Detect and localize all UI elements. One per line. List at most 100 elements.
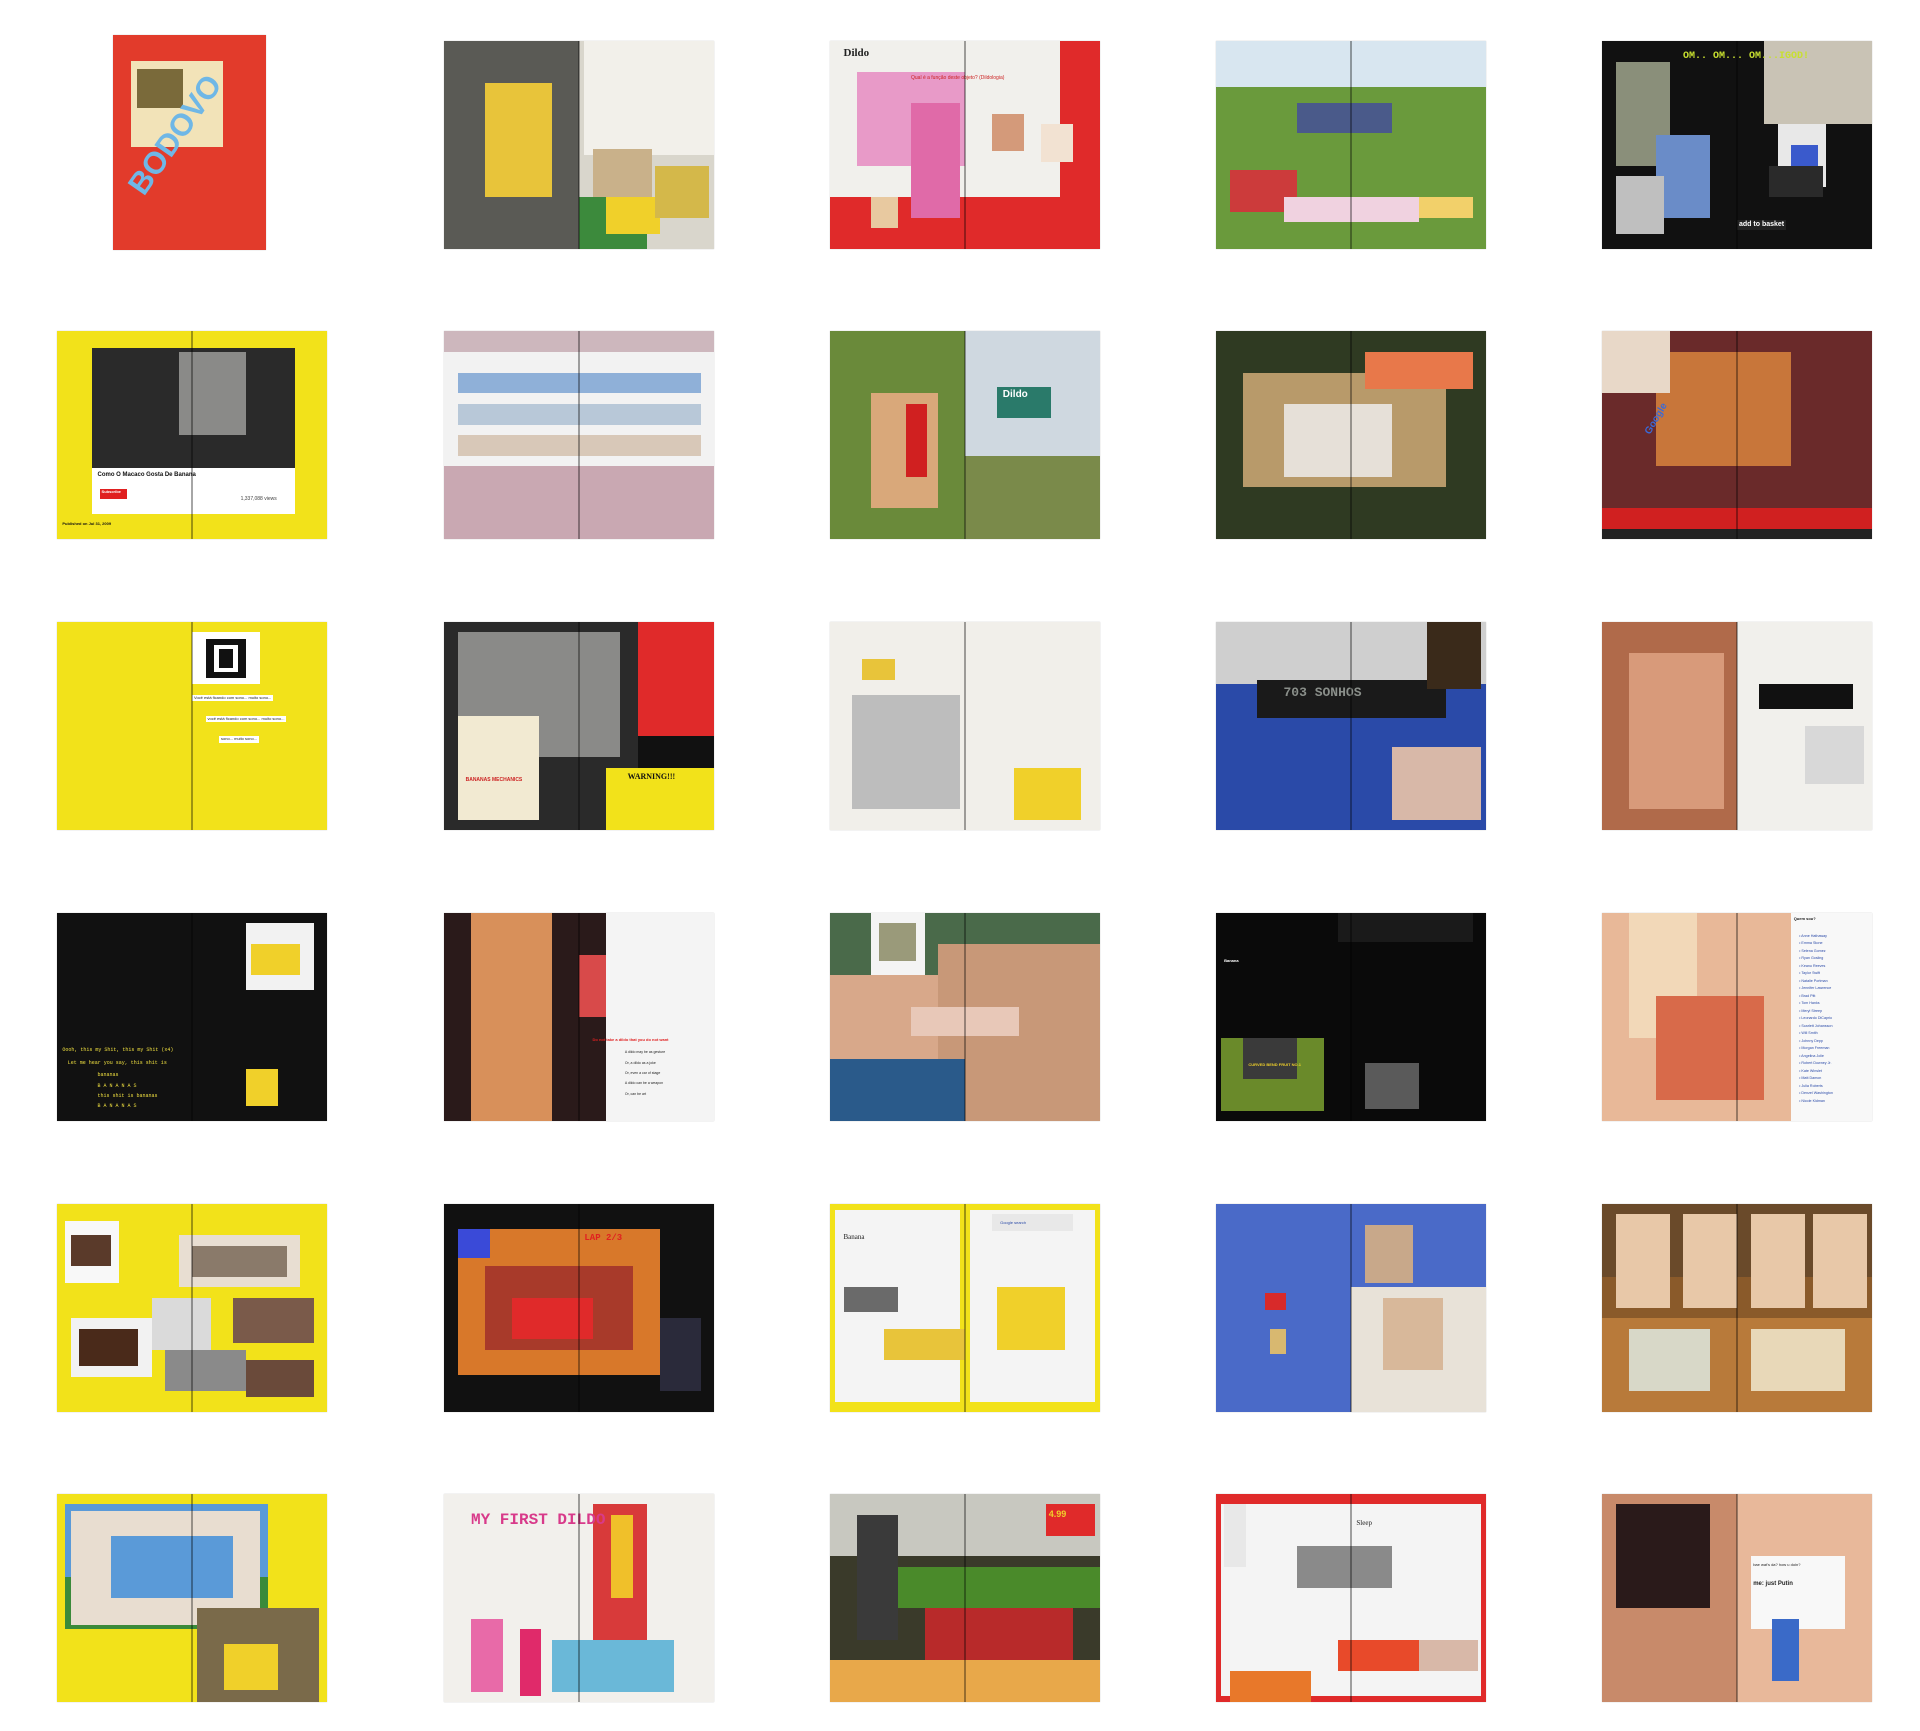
spread-fold (578, 622, 580, 830)
collage-image (870, 197, 898, 229)
spread-fold (1736, 622, 1738, 830)
spread-cover[interactable]: BODOVO (113, 35, 266, 250)
collage-image (1750, 1328, 1845, 1392)
collage-image (457, 715, 539, 820)
collage-image (878, 923, 917, 961)
list-item: • Leonardo DiCaprio (1799, 1016, 1833, 1021)
spread-hypnosis[interactable]: Você está ficando com sono... muito sono… (57, 622, 327, 830)
spread-text: me: just Putin (1753, 1581, 1793, 1588)
spread-banana-table[interactable] (444, 41, 714, 249)
spread-text: B A N A N A S (97, 1082, 137, 1089)
collage-image (484, 82, 552, 197)
list-item: • Ryan Gosling (1799, 956, 1824, 961)
spread-dildo-costume[interactable]: Do not take a dildo that you do not want… (444, 913, 714, 1121)
collage-image (1683, 1214, 1737, 1308)
spread-dwarfs[interactable] (1602, 1204, 1872, 1412)
collage-image (1297, 103, 1392, 133)
spread-text: Como O Macaco Gosta De Banana (97, 472, 196, 479)
collage-image (843, 1287, 898, 1313)
collage-image (178, 351, 246, 435)
collage-image (471, 913, 552, 1121)
spread-text: Dildo (843, 47, 870, 60)
spread-text: Quem sou? (1793, 916, 1816, 922)
spread-fold (191, 622, 193, 830)
list-item: • Meryl Streep (1799, 1008, 1823, 1013)
spread-woman-yellow[interactable] (1602, 622, 1872, 830)
spread-text: você está ficando com sono... muito sono… (205, 715, 287, 723)
collage-image (1391, 746, 1481, 820)
spread-my-first-dildo[interactable]: MY FIRST DILDO (444, 1494, 714, 1702)
spread-bone-fence[interactable] (57, 1494, 327, 1702)
list-item: • Anne Hathaway (1799, 933, 1828, 938)
spread-flowers-google[interactable]: Google (1602, 331, 1872, 539)
spread-fold (191, 1204, 193, 1412)
spread-om-igod[interactable]: OM.. OM... OM...IGOD! add to basket (1602, 41, 1872, 249)
spread-grass-field[interactable] (1216, 41, 1486, 249)
spread-wires[interactable] (1216, 1204, 1486, 1412)
spread-road-sign[interactable]: Dildo (830, 331, 1100, 539)
spread-text: Or, a dildo as a joke (624, 1060, 656, 1065)
spread-sleep-wiki[interactable]: Sleep (1216, 1494, 1486, 1702)
collage-image (1629, 1328, 1710, 1392)
collage-image (1224, 1504, 1246, 1567)
spread-fold (578, 41, 580, 249)
collage-image (611, 1514, 633, 1598)
list-item: • Angelina Jolie (1799, 1053, 1824, 1058)
spread-portrait[interactable]: bae wat's da? how u doin? me: just Putin (1602, 1494, 1872, 1702)
list-item: • Jennifer Lawrence (1799, 986, 1832, 991)
collage-image (851, 694, 960, 810)
collage-image (1364, 351, 1473, 390)
collage-image (1364, 1062, 1419, 1109)
collage-image (606, 913, 714, 1121)
collage-image (1243, 1037, 1297, 1080)
collage-image (911, 103, 960, 218)
collage-image (1656, 134, 1710, 218)
spread-dildo-wiki[interactable]: Dildo Qual é a função deste objeto? (Dild… (830, 41, 1100, 249)
spread-grid: BODOVO Dildo Qual é a função deste objeto?… (0, 0, 1920, 1731)
spread-fold (964, 41, 966, 249)
collage-image (70, 1235, 111, 1267)
collage-image (965, 455, 1100, 539)
spread-hand-list[interactable]: Quem sou? • Anne Hathaway • Emma Stone • Se… (1602, 913, 1872, 1121)
collage-image (232, 1297, 314, 1344)
spread-youtube[interactable]: Como O Macaco Gosta De Banana Subscribe 1,… (57, 331, 327, 539)
spread-text: add to basket (1737, 219, 1787, 230)
spread-supermarket[interactable]: 4.99 (830, 1494, 1100, 1702)
collage-image (924, 1608, 1073, 1661)
spread-bananas-song[interactable]: Oooh, this my Shit, this my Shit (x4) Let… (57, 913, 327, 1121)
spread-banana-dots[interactable]: Banana CURVED BEND FRUIT NO.1 (1216, 913, 1486, 1121)
spread-fold (964, 913, 966, 1121)
spread-xray[interactable]: WARNING!!! BANANAS MECHANICS (444, 622, 714, 830)
spread-image-grid[interactable] (444, 331, 714, 539)
spread-fold (1736, 1204, 1738, 1412)
spread-hammock[interactable] (1216, 331, 1486, 539)
list-item: • Natalie Portman (1799, 978, 1828, 983)
spread-text: LAP 2/3 (584, 1233, 623, 1244)
spread-text: Banana (843, 1233, 865, 1242)
spread-beds[interactable] (57, 1204, 327, 1412)
spread-fold (1350, 331, 1352, 539)
spread-bus[interactable]: 703 SONHOS (1216, 622, 1486, 830)
collage-image (1656, 996, 1764, 1101)
collage-image (992, 113, 1025, 152)
collage-image (471, 1618, 504, 1692)
collage-image (1270, 1328, 1287, 1354)
collage-image (111, 1535, 233, 1598)
collage-image (1615, 1504, 1710, 1609)
collage-image (654, 165, 709, 218)
collage-image (905, 403, 928, 477)
list-item: • Morgan Freeman (1799, 1046, 1830, 1051)
spread-banana-text[interactable] (830, 622, 1100, 830)
spread-racing-game[interactable]: LAP 2/3 (444, 1204, 714, 1412)
spread-fold (1350, 1494, 1352, 1702)
list-item: • Nicole Kidman (1799, 1098, 1825, 1103)
spread-text: Banana (1224, 957, 1239, 963)
collage-image (219, 649, 233, 668)
list-item: • Robert Downey Jr. (1799, 1061, 1832, 1066)
spread-fold (964, 622, 966, 830)
spread-banana-wiki[interactable]: Banana Google search (830, 1204, 1100, 1412)
spread-stone-faces[interactable] (830, 913, 1100, 1121)
collage-image (1418, 1639, 1478, 1671)
collage-image (1264, 1293, 1287, 1311)
collage-image (1769, 165, 1824, 197)
